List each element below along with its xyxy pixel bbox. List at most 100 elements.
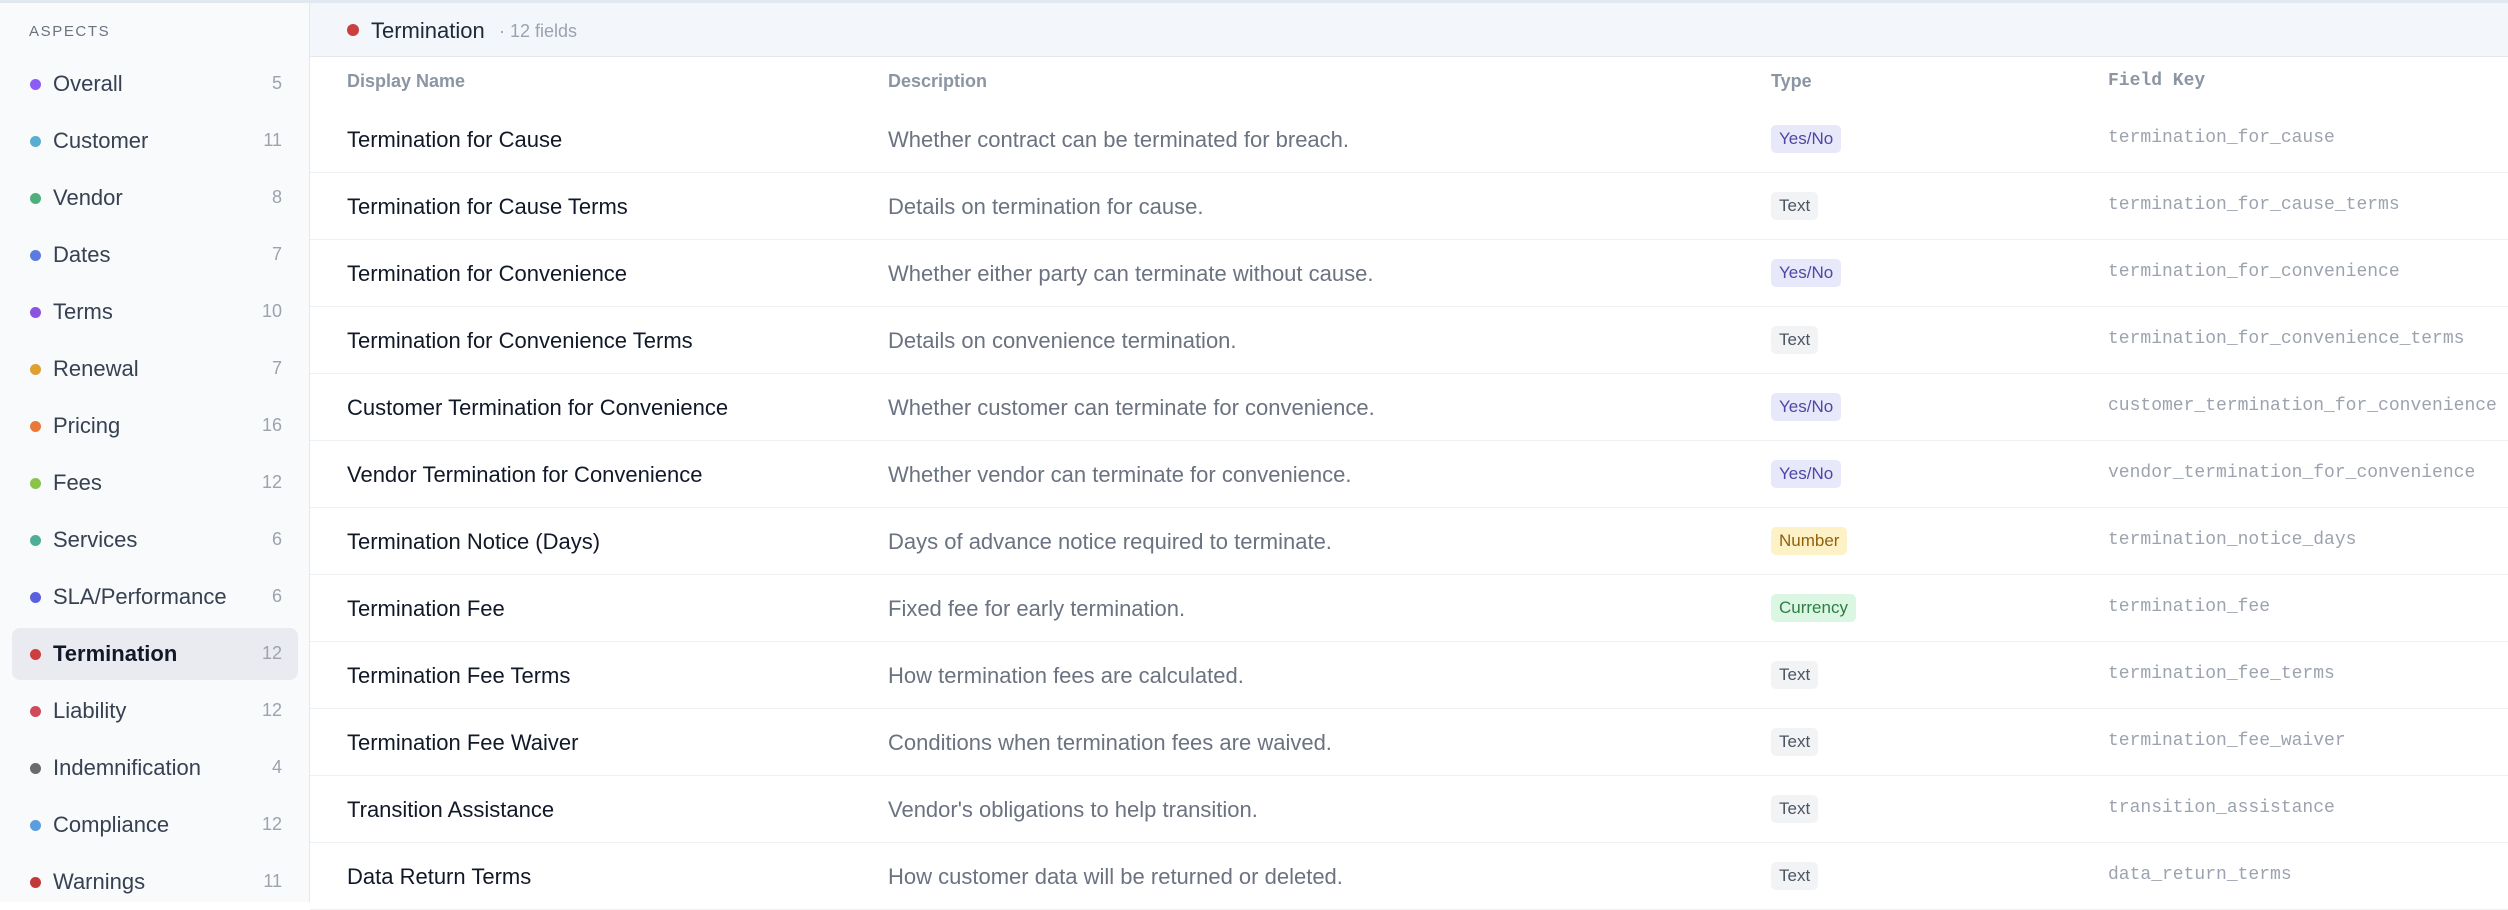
table-row[interactable]: Transition Assistance Vendor's obligation… [310,776,2508,843]
field-display-name: Termination Notice (Days) [347,529,601,554]
field-description: Conditions when termination fees are wai… [888,730,1332,755]
field-description: Details on termination for cause. [888,194,1204,219]
field-display-name: Data Return Terms [347,864,532,889]
sidebar-item-label: Compliance [53,812,170,837]
table-row[interactable]: Termination Fee Terms How termination fee… [310,642,2508,709]
field-display-name: Termination Fee Terms [347,663,571,688]
table-row[interactable]: Data Return Terms How customer data will … [310,843,2508,910]
field-type-badge: Text [1771,192,1819,220]
sidebar-item-termination[interactable]: Termination 12 [12,628,298,680]
sidebar-item-count: 6 [271,586,282,606]
table-row[interactable]: Termination for Convenience Terms Details… [310,307,2508,374]
sidebar-item-overall[interactable]: Overall 5 [12,58,298,110]
field-description: How customer data will be returned or de… [888,864,1343,889]
aspect-color-dot [30,649,41,660]
table-row[interactable]: Termination for Cause Terms Details on te… [310,173,2508,240]
sidebar-item-fees[interactable]: Fees 12 [12,457,298,509]
aspect-color-dot [30,250,41,261]
sidebar-item-label: Indemnification [53,755,201,780]
field-type-badge: Text [1771,326,1819,354]
sidebar-item-compliance[interactable]: Compliance 12 [12,799,298,851]
sidebar-item-label: Liability [53,698,127,723]
aspect-color-dot [30,136,41,147]
sidebar-item-label: Dates [53,242,111,267]
table-row[interactable]: Termination for Cause Whether contract ca… [310,106,2508,173]
field-key: customer_termination_for_convenience [2108,396,2497,416]
field-type-badge: Yes/No [1771,125,1842,153]
sidebar-item-label: Fees [53,470,102,495]
sidebar-item-dates[interactable]: Dates 7 [12,229,298,281]
field-description: Days of advance notice required to termi… [888,529,1332,554]
field-key: termination_for_convenience_terms [2108,329,2465,349]
sidebar-item-warnings[interactable]: Warnings 11 [12,856,298,908]
aspect-color-dot [30,820,41,831]
field-description: How termination fees are calculated. [888,663,1244,688]
sidebar-item-count: 12 [261,643,282,663]
sidebar-item-label: SLA/Performance [53,584,227,609]
sidebar-item-count: 11 [263,130,282,150]
field-key: termination_for_cause_terms [2108,195,2400,215]
sidebar-item-label: Services [53,527,138,552]
aspect-color-dot [30,535,41,546]
sidebar-title: ASPECTS [29,23,111,40]
sidebar-item-customer[interactable]: Customer 11 [12,115,298,167]
aspect-color-dot [30,763,41,774]
sidebar-item-label: Vendor [53,185,123,210]
column-header-display-name[interactable]: Display Name [347,71,465,92]
section-field-count: · 12 fields [499,21,578,41]
field-display-name: Termination for Cause Terms [347,194,628,219]
field-key: data_return_terms [2108,865,2292,885]
field-description: Fixed fee for early termination. [888,596,1186,621]
sidebar-item-vendor[interactable]: Vendor 8 [12,172,298,224]
field-type-badge: Number [1771,527,1848,555]
column-header-type[interactable]: Type [1771,71,1812,92]
sidebar-item-count: 12 [261,472,282,492]
aspect-color-dot [30,592,41,603]
field-description: Vendor's obligations to help transition. [888,797,1258,822]
section-header: Termination · 12 fields [310,3,2508,57]
table-row[interactable]: Termination Notice (Days) Days of advance… [310,508,2508,575]
aspect-color-dot [30,79,41,90]
sidebar-item-label: Terms [53,299,113,324]
field-display-name: Customer Termination for Convenience [347,395,729,420]
sidebar-item-services[interactable]: Services 6 [12,514,298,566]
column-header-description[interactable]: Description [888,71,987,92]
sidebar-item-label: Termination [53,641,178,666]
aspect-color-dot [30,307,41,318]
sidebar-item-pricing[interactable]: Pricing 16 [12,400,298,452]
sidebar-item-count: 11 [263,871,282,891]
field-display-name: Termination for Cause [347,127,563,152]
field-description: Whether either party can terminate witho… [888,261,1374,286]
field-display-name: Termination for Convenience Terms [347,328,693,353]
field-key: termination_for_cause [2108,128,2335,148]
field-type-badge: Text [1771,862,1819,890]
table-row[interactable]: Customer Termination for Convenience Whet… [310,374,2508,441]
column-header-field-key[interactable]: Field Key [2108,71,2205,91]
table-row[interactable]: Termination for Convenience Whether eithe… [310,240,2508,307]
sidebar-item-count: 7 [271,244,282,264]
field-display-name: Vendor Termination for Convenience [347,462,703,487]
sidebar-item-terms[interactable]: Terms 10 [12,286,298,338]
sidebar-item-sla-performance[interactable]: SLA/Performance 6 [12,571,298,623]
field-description: Whether vendor can terminate for conveni… [888,462,1352,487]
table-row[interactable]: Vendor Termination for Convenience Whethe… [310,441,2508,508]
sidebar-item-count: 12 [261,814,282,834]
sidebar-item-label: Renewal [53,356,139,381]
sidebar-item-liability[interactable]: Liability 12 [12,685,298,737]
field-key: termination_fee_terms [2108,664,2335,684]
field-description: Whether contract can be terminated for b… [888,127,1350,152]
aspect-color-dot [30,478,41,489]
field-display-name: Termination Fee Waiver [347,730,579,755]
sidebar-item-count: 8 [271,187,282,207]
sidebar-item-count: 10 [261,301,282,321]
section-color-dot [347,24,359,36]
table-row[interactable]: Termination Fee Waiver Conditions when te… [310,709,2508,776]
field-type-badge: Text [1771,661,1819,689]
sidebar-item-count: 12 [261,700,282,720]
sidebar-item-count: 4 [271,757,282,777]
sidebar-item-renewal[interactable]: Renewal 7 [12,343,298,395]
field-display-name: Termination for Convenience [347,261,628,286]
field-key: termination_notice_days [2108,530,2357,550]
sidebar-item-indemnification[interactable]: Indemnification 4 [12,742,298,794]
table-row[interactable]: Termination Fee Fixed fee for early termi… [310,575,2508,642]
